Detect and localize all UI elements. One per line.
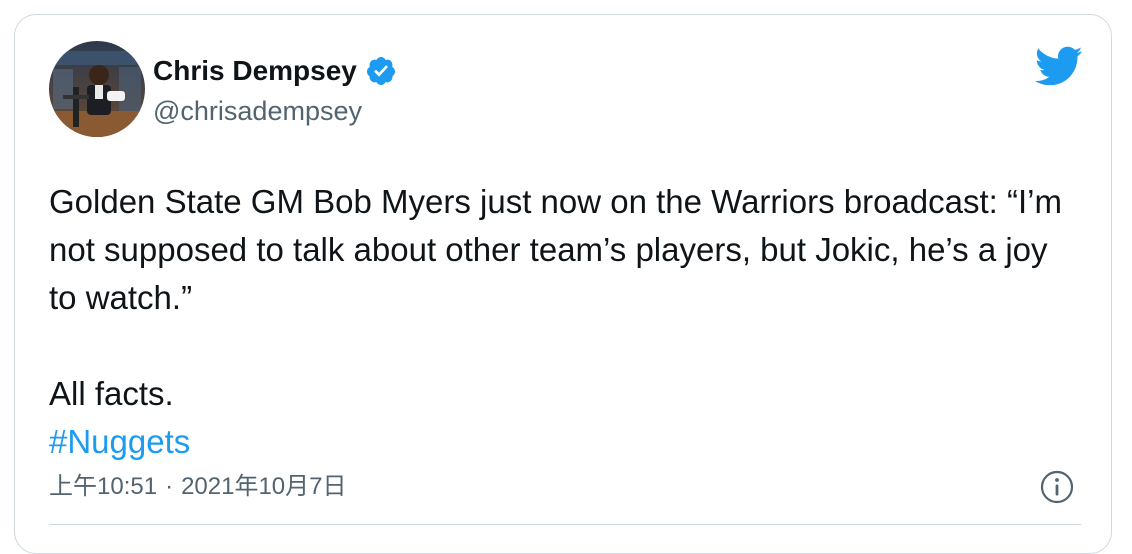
author-name[interactable]: Chris Dempsey bbox=[153, 51, 357, 91]
tweet-card: Chris Dempsey @chrisadempsey Golden Stat… bbox=[14, 14, 1112, 554]
tweet-body: Golden State GM Bob Myers just now on th… bbox=[49, 183, 1062, 316]
divider bbox=[49, 524, 1081, 525]
tweet-meta: 上午10:51 · 2021年10月7日 bbox=[49, 471, 347, 503]
hashtag-link[interactable]: #Nuggets bbox=[49, 423, 190, 460]
info-icon[interactable] bbox=[1039, 469, 1075, 505]
author-handle[interactable]: @chrisadempsey bbox=[153, 93, 362, 129]
author-name-row[interactable]: Chris Dempsey bbox=[153, 51, 397, 91]
tweet-spacer bbox=[49, 322, 1079, 370]
tweet-time[interactable]: 上午10:51 bbox=[49, 471, 157, 503]
tweet-date[interactable]: 2021年10月7日 bbox=[181, 471, 346, 503]
meta-separator: · bbox=[165, 473, 174, 500]
verified-badge-icon bbox=[365, 55, 397, 87]
avatar[interactable] bbox=[49, 41, 145, 137]
twitter-bird-icon[interactable] bbox=[1033, 45, 1083, 87]
avatar-image bbox=[49, 41, 145, 137]
tweet-line-2: All facts. bbox=[49, 375, 174, 412]
tweet-text: Golden State GM Bob Myers just now on th… bbox=[49, 178, 1079, 466]
